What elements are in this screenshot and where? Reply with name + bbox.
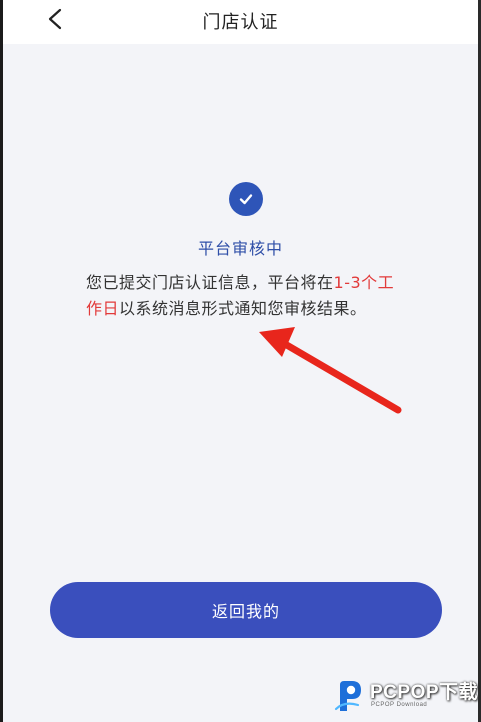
check-circle-icon bbox=[229, 182, 263, 216]
red-arrow-icon bbox=[259, 327, 402, 414]
page-title: 门店认证 bbox=[202, 12, 279, 33]
pcpop-logo-icon bbox=[334, 681, 361, 711]
message-text-end: 以系统消息形式通知您审核结果。 bbox=[119, 299, 367, 318]
message-text: 您已提交门店认证信息，平台将在 bbox=[86, 273, 334, 292]
watermark-subtitle: PCPOP Download bbox=[371, 702, 428, 708]
navigation-bar: 门店认证 bbox=[3, 0, 478, 44]
return-to-mine-button[interactable]: 返回我的 bbox=[50, 582, 442, 638]
store-certification-screen: 门店认证 平台审核中 您已提交门店认证信息，平台将在1-3个工作日以系统消息形式… bbox=[0, 0, 481, 722]
pcpop-watermark: PCPOP下载 PCPOP Download bbox=[334, 675, 480, 719]
status-message: 您已提交门店认证信息，平台将在1-3个工作日以系统消息形式通知您审核结果。 bbox=[86, 270, 406, 322]
status-title: 平台审核中 bbox=[197, 239, 283, 258]
watermark-brand: PCPOP下载 bbox=[370, 682, 479, 703]
